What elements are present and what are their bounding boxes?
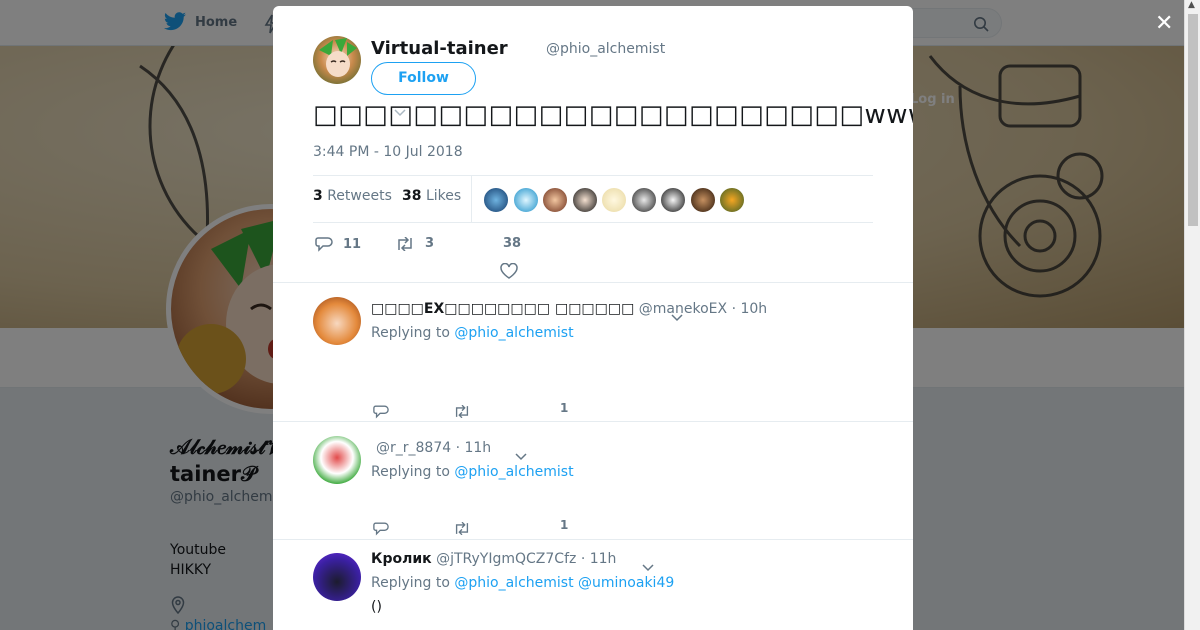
reply-author-handle[interactable]: @jTRyYIgmQCZ7Cfz [436,551,576,567]
reply-author-handle[interactable]: @r_r_8874 [376,440,451,456]
replying-to-label: Replying to [371,325,450,341]
liker-avatar[interactable] [542,187,568,213]
scroll-up-arrow[interactable]: ▲ [1188,0,1195,10]
liker-avatar[interactable] [512,187,539,213]
likes-stat[interactable]: 38 Likes [402,188,461,204]
reply-header: @r_r_8874 · 11h [376,440,491,456]
reply-tweet[interactable]: @r_r_8874 · 11h Replying to @phio_alchem… [273,421,913,541]
chevron-down-icon[interactable] [671,307,683,326]
stats-divider [471,176,472,222]
liker-avatar[interactable] [630,187,657,213]
reply-avatar[interactable] [313,436,361,484]
reply-header: □□□□EX□□□□□□□□ □□□□□□ @manekoEX · 10h [371,301,767,317]
liker-avatar[interactable] [660,187,686,213]
reply-count: 11 [343,236,362,252]
reply-actions: 1 [371,518,671,538]
scrollbar[interactable]: ▲ [1184,0,1200,630]
retweet-count: 3 [425,236,435,251]
retweets-label: Retweets [327,188,392,204]
retweet-icon[interactable] [453,518,471,537]
author-avatar[interactable] [313,36,361,84]
reply-actions: 1 [371,401,671,421]
replying-to-link[interactable]: @uminoaki49 [578,575,674,591]
follow-button[interactable]: Follow [371,62,476,95]
retweets-count: 3 [313,188,323,204]
reply-like-count: 1 [560,518,569,532]
reply-like-count: 1 [560,401,569,415]
chevron-down-icon[interactable] [515,446,527,465]
like-button[interactable] [500,260,518,279]
likes-count: 38 [402,188,422,204]
reply-avatar[interactable] [313,553,361,601]
replying-to-link[interactable]: @phio_alchemist [454,575,573,591]
retweet-icon [398,236,412,251]
reply-avatar[interactable] [313,297,361,345]
tweet-actions: 11 3 38 [313,236,873,279]
reply-header: Кролик @jTRyYIgmQCZ7Cfz · 11h [371,551,616,567]
liker-avatars [483,187,745,213]
reply-author-name[interactable]: Кролик [371,551,432,567]
liker-avatar[interactable] [483,187,509,213]
tweet-stats: 3 Retweets 38 Likes [313,175,873,223]
reply-tweet[interactable]: □□□□EX□□□□□□□□ □□□□□□ @manekoEX · 10h Re… [273,282,913,422]
likes-label: Likes [425,188,462,204]
liker-avatar[interactable] [689,187,716,213]
author-name[interactable]: Virtual-tainer [371,38,508,59]
retweet-icon[interactable] [453,401,471,420]
replying-to-link[interactable]: @phio_alchemist [454,464,573,480]
reply-icon [315,237,333,252]
replying-to-label: Replying to [371,575,450,591]
close-icon[interactable]: ✕ [1155,13,1173,35]
replying-to-link[interactable]: @phio_alchemist [454,325,573,341]
reply-icon[interactable] [373,518,389,537]
reply-time[interactable]: · 11h [456,440,492,456]
reply-icon[interactable] [373,401,389,420]
replying-to: Replying to @phio_alchemist @uminoaki49 [371,575,674,591]
tweet-modal: Virtual-tainer @phio_alchemist Follow □□… [273,6,913,630]
reply-text: () [371,599,382,615]
tweet-text: □□□□□□□□□□□□□□□□□□□□□□www [313,100,913,130]
reply-time[interactable]: · 10h [732,301,768,317]
chevron-down-icon[interactable] [642,557,654,576]
tweet-timestamp[interactable]: 3:44 PM - 10 Jul 2018 [313,144,463,160]
author-handle[interactable]: @phio_alchemist [546,41,665,57]
replying-to: Replying to @phio_alchemist [371,464,574,480]
reply-time[interactable]: · 11h [581,551,617,567]
reply-tweet[interactable]: Кролик @jTRyYIgmQCZ7Cfz · 11h Replying t… [273,539,913,630]
retweet-button[interactable]: 3 [395,236,434,251]
reply-button[interactable]: 11 [315,236,361,252]
scrollbar-thumb[interactable] [1188,14,1198,226]
replying-to-label: Replying to [371,464,450,480]
replying-to: Replying to @phio_alchemist [371,325,574,341]
retweets-stat[interactable]: 3 Retweets [313,188,392,204]
like-count: 38 [503,236,522,251]
reply-author-name[interactable]: □□□□EX□□□□□□□□ □□□□□□ [371,301,634,317]
liker-avatar[interactable] [719,187,745,213]
liker-avatar[interactable] [571,187,598,213]
heart-icon [500,262,518,279]
liker-avatar[interactable] [601,187,627,213]
